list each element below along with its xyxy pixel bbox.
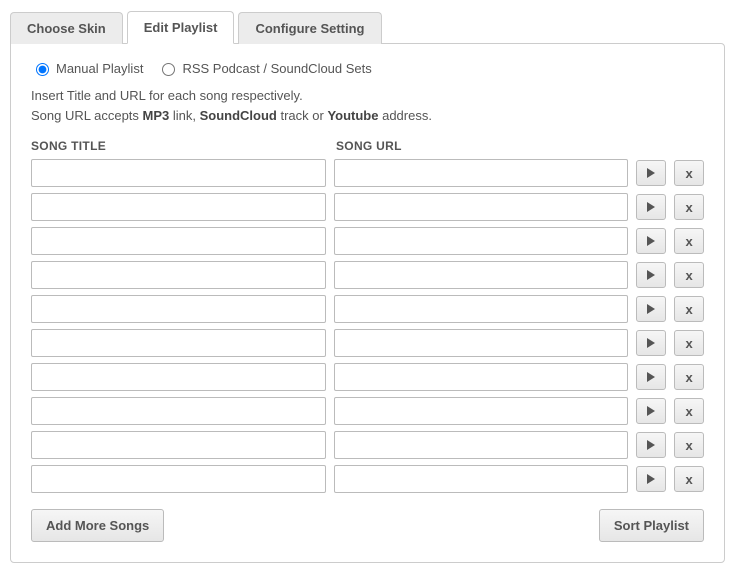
delete-button[interactable]: x [674, 330, 704, 356]
song-title-input[interactable] [31, 465, 326, 493]
song-row: x [31, 261, 704, 289]
add-more-songs-button[interactable]: Add More Songs [31, 509, 164, 542]
song-title-input[interactable] [31, 431, 326, 459]
play-icon [646, 372, 656, 382]
radio-rss-podcast[interactable]: RSS Podcast / SoundCloud Sets [157, 60, 371, 76]
play-icon [646, 202, 656, 212]
play-icon [646, 236, 656, 246]
instructions-suffix: address. [378, 108, 431, 123]
delete-button[interactable]: x [674, 398, 704, 424]
play-icon [646, 270, 656, 280]
song-url-input[interactable] [334, 431, 629, 459]
play-button[interactable] [636, 432, 666, 458]
song-title-input[interactable] [31, 261, 326, 289]
delete-button[interactable]: x [674, 296, 704, 322]
play-icon [646, 168, 656, 178]
instructions-mid2: track or [277, 108, 328, 123]
instructions-mp3: MP3 [143, 108, 170, 123]
song-title-input[interactable] [31, 159, 326, 187]
song-url-input[interactable] [334, 465, 629, 493]
song-url-input[interactable] [334, 329, 629, 357]
radio-manual-playlist-input[interactable] [36, 63, 49, 76]
play-icon [646, 474, 656, 484]
song-row: x [31, 431, 704, 459]
play-icon [646, 304, 656, 314]
delete-button[interactable]: x [674, 160, 704, 186]
song-url-input[interactable] [334, 397, 629, 425]
song-row: x [31, 465, 704, 493]
song-url-input[interactable] [334, 363, 629, 391]
play-button[interactable] [636, 398, 666, 424]
song-rows: xxxxxxxxxx [31, 159, 704, 493]
delete-button[interactable]: x [674, 262, 704, 288]
delete-button[interactable]: x [674, 194, 704, 220]
tab-choose-skin[interactable]: Choose Skin [10, 12, 123, 44]
tab-edit-playlist[interactable]: Edit Playlist [127, 11, 235, 44]
song-row: x [31, 329, 704, 357]
instructions-mid1: link, [169, 108, 199, 123]
sort-playlist-button[interactable]: Sort Playlist [599, 509, 704, 542]
song-url-input[interactable] [334, 227, 629, 255]
panel-footer: Add More Songs Sort Playlist [31, 509, 704, 542]
song-title-input[interactable] [31, 295, 326, 323]
header-song-title: SONG TITLE [31, 139, 336, 153]
song-title-input[interactable] [31, 397, 326, 425]
radio-rss-podcast-input[interactable] [162, 63, 175, 76]
song-title-input[interactable] [31, 227, 326, 255]
tab-bar: Choose Skin Edit Playlist Configure Sett… [10, 10, 725, 43]
song-row: x [31, 295, 704, 323]
song-url-input[interactable] [334, 261, 629, 289]
play-button[interactable] [636, 160, 666, 186]
play-icon [646, 338, 656, 348]
song-url-input[interactable] [334, 193, 629, 221]
play-button[interactable] [636, 296, 666, 322]
play-button[interactable] [636, 364, 666, 390]
play-button[interactable] [636, 194, 666, 220]
header-song-url: SONG URL [336, 139, 704, 153]
song-row: x [31, 159, 704, 187]
song-url-input[interactable] [334, 159, 629, 187]
song-row: x [31, 227, 704, 255]
delete-button[interactable]: x [674, 228, 704, 254]
edit-playlist-panel: Manual Playlist RSS Podcast / SoundCloud… [10, 43, 725, 563]
song-row: x [31, 397, 704, 425]
instructions-soundcloud: SoundCloud [200, 108, 277, 123]
play-button[interactable] [636, 330, 666, 356]
radio-manual-playlist[interactable]: Manual Playlist [31, 60, 143, 76]
song-title-input[interactable] [31, 363, 326, 391]
radio-rss-podcast-label: RSS Podcast / SoundCloud Sets [182, 61, 371, 76]
song-row: x [31, 193, 704, 221]
play-button[interactable] [636, 466, 666, 492]
instructions-line1: Insert Title and URL for each song respe… [31, 88, 303, 103]
delete-button[interactable]: x [674, 364, 704, 390]
delete-button[interactable]: x [674, 466, 704, 492]
song-title-input[interactable] [31, 193, 326, 221]
play-button[interactable] [636, 262, 666, 288]
instructions-youtube: Youtube [327, 108, 378, 123]
column-headers: SONG TITLE SONG URL [31, 139, 704, 153]
play-icon [646, 440, 656, 450]
instructions-line2-prefix: Song URL accepts [31, 108, 143, 123]
play-icon [646, 406, 656, 416]
instructions-text: Insert Title and URL for each song respe… [31, 86, 704, 125]
tab-configure-setting[interactable]: Configure Setting [238, 12, 381, 44]
play-button[interactable] [636, 228, 666, 254]
playlist-type-radios: Manual Playlist RSS Podcast / SoundCloud… [31, 60, 704, 76]
song-row: x [31, 363, 704, 391]
radio-manual-playlist-label: Manual Playlist [56, 61, 143, 76]
song-title-input[interactable] [31, 329, 326, 357]
song-url-input[interactable] [334, 295, 629, 323]
delete-button[interactable]: x [674, 432, 704, 458]
